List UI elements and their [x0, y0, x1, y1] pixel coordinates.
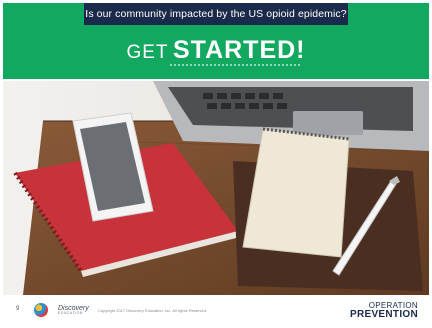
headline-get: GET: [126, 42, 169, 63]
question-tab: Is our community impacted by the US opio…: [84, 3, 348, 25]
hero-photo: [3, 81, 429, 295]
page-number: 9: [16, 306, 20, 312]
discovery-education-logo: Discovery EDUCATION: [58, 305, 89, 315]
headline-started: STARTED!: [172, 36, 306, 64]
footer: 9 Discovery EDUCATION Copyright 2017 Dis…: [0, 296, 432, 328]
headline-underline: [170, 64, 300, 66]
operation-prevention-logo: OPERATION PREVENTION: [350, 302, 418, 320]
operation-prevention-line2: PREVENTION: [349, 309, 418, 320]
desk-photo-illustration: [3, 81, 429, 295]
copyright-text: Copyright 2017 Discovery Education, Inc.…: [98, 308, 207, 313]
slide: Is our community impacted by the US opio…: [0, 0, 432, 328]
slide-headline: GET STARTED!: [0, 36, 432, 65]
discovery-globe-icon: [34, 303, 48, 317]
